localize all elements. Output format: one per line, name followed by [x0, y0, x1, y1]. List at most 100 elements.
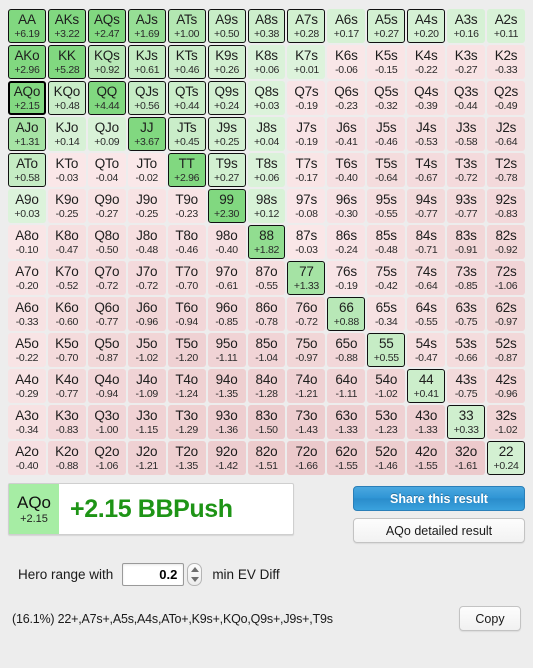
hand-cell-J8o[interactable]: J8o -0.48 — [127, 225, 166, 259]
range-grid-cell[interactable]: T9s +0.27 — [207, 153, 246, 187]
range-grid-cell[interactable]: A6s +0.17 — [327, 9, 366, 43]
range-grid-cell[interactable]: 62o -1.55 — [327, 441, 366, 475]
range-grid-cell[interactable]: J2s -0.64 — [487, 117, 525, 151]
hand-cell-54o[interactable]: 54o -1.02 — [367, 369, 406, 403]
range-grid-cell[interactable]: AQo +2.15 — [8, 81, 46, 115]
hand-cell-42o[interactable]: 42o -1.55 — [407, 441, 446, 475]
hand-cell-K6s[interactable]: K6s -0.06 — [327, 45, 366, 79]
hand-cell-52s[interactable]: 52s -0.87 — [487, 333, 525, 367]
range-grid-cell[interactable]: Q9o -0.27 — [87, 189, 126, 223]
hand-cell-K9s[interactable]: K9s +0.26 — [207, 45, 246, 79]
range-grid-cell[interactable]: K7o -0.52 — [47, 261, 86, 295]
hand-cell-64s[interactable]: 64s -0.55 — [407, 297, 446, 331]
range-grid-cell[interactable]: K6s -0.06 — [327, 45, 366, 79]
hand-cell-Q7o[interactable]: Q7o -0.72 — [87, 261, 126, 295]
range-grid-cell[interactable]: 83s -0.91 — [447, 225, 486, 259]
range-grid-cell[interactable]: 63s -0.75 — [447, 297, 486, 331]
range-grid-cell[interactable]: K9o -0.25 — [47, 189, 86, 223]
range-grid-cell[interactable]: KQs +0.92 — [87, 45, 126, 79]
range-grid-cell[interactable]: Q4s -0.39 — [407, 81, 446, 115]
range-grid-cell[interactable]: 93o -1.36 — [207, 405, 246, 439]
hand-cell-T5s[interactable]: T5s -0.64 — [367, 153, 406, 187]
hand-cell-Q9o[interactable]: Q9o -0.27 — [87, 189, 126, 223]
hand-cell-Q9s[interactable]: Q9s +0.24 — [207, 81, 246, 115]
range-grid-cell[interactable]: K6o -0.60 — [47, 297, 86, 331]
range-grid-cell[interactable]: AKo +2.96 — [8, 45, 46, 79]
hand-cell-73o[interactable]: 73o -1.43 — [287, 405, 326, 439]
range-grid-cell[interactable]: QQ +4.44 — [87, 81, 126, 115]
hand-cell-J2o[interactable]: J2o -1.21 — [127, 441, 166, 475]
hand-cell-J3s[interactable]: J3s -0.58 — [447, 117, 486, 151]
range-grid-cell[interactable]: T8o -0.46 — [167, 225, 206, 259]
hand-cell-92s[interactable]: 92s -0.83 — [487, 189, 525, 223]
range-grid-cell[interactable]: 97o -0.61 — [207, 261, 246, 295]
hand-cell-KTs[interactable]: KTs +0.46 — [167, 45, 206, 79]
hand-cell-85s[interactable]: 85s -0.48 — [367, 225, 406, 259]
hand-cell-AQo[interactable]: AQo +2.15 — [8, 81, 46, 115]
range-grid-cell[interactable]: 96o -0.85 — [207, 297, 246, 331]
range-grid-cell[interactable]: ATs +1.00 — [167, 9, 206, 43]
hand-cell-J5o[interactable]: J5o -1.02 — [127, 333, 166, 367]
hand-cell-93o[interactable]: 93o -1.36 — [207, 405, 246, 439]
hand-cell-75o[interactable]: 75o -0.97 — [287, 333, 326, 367]
hand-cell-K9o[interactable]: K9o -0.25 — [47, 189, 86, 223]
range-grid-cell[interactable]: 52s -0.87 — [487, 333, 525, 367]
range-grid-cell[interactable]: 74s -0.64 — [407, 261, 446, 295]
hand-cell-73s[interactable]: 73s -0.85 — [447, 261, 486, 295]
range-grid-cell[interactable]: AJs +1.69 — [127, 9, 166, 43]
range-grid-cell[interactable]: J9o -0.25 — [127, 189, 166, 223]
range-grid-cell[interactable]: 54o -1.02 — [367, 369, 406, 403]
range-grid-cell[interactable]: K9s +0.26 — [207, 45, 246, 79]
range-grid-cell[interactable]: A5s +0.27 — [367, 9, 406, 43]
hand-cell-99[interactable]: 99 +2.30 — [207, 189, 246, 223]
range-grid-cell[interactable]: 42s -0.96 — [487, 369, 525, 403]
range-grid-cell[interactable]: 76o -0.72 — [287, 297, 326, 331]
hand-cell-83o[interactable]: 83o -1.50 — [247, 405, 286, 439]
hand-cell-J8s[interactable]: J8s +0.04 — [247, 117, 286, 151]
hand-cell-92o[interactable]: 92o -1.42 — [207, 441, 246, 475]
hand-cell-T3s[interactable]: T3s -0.72 — [447, 153, 486, 187]
range-grid-cell[interactable]: 94o -1.35 — [207, 369, 246, 403]
hand-cell-75s[interactable]: 75s -0.42 — [367, 261, 406, 295]
hand-cell-65o[interactable]: 65o -0.88 — [327, 333, 366, 367]
hand-cell-T7s[interactable]: T7s -0.17 — [287, 153, 326, 187]
hand-cell-85o[interactable]: 85o -1.04 — [247, 333, 286, 367]
hand-cell-87o[interactable]: 87o -0.55 — [247, 261, 286, 295]
range-grid-cell[interactable]: 74o -1.21 — [287, 369, 326, 403]
hand-cell-96o[interactable]: 96o -0.85 — [207, 297, 246, 331]
range-grid-cell[interactable]: Q8s +0.03 — [247, 81, 286, 115]
range-grid-cell[interactable]: T7o -0.70 — [167, 261, 206, 295]
range-grid-cell[interactable]: KTs +0.46 — [167, 45, 206, 79]
hand-cell-A8o[interactable]: A8o -0.10 — [8, 225, 46, 259]
hand-cell-KTo[interactable]: KTo -0.03 — [47, 153, 86, 187]
hand-cell-T7o[interactable]: T7o -0.70 — [167, 261, 206, 295]
hand-cell-Q3s[interactable]: Q3s -0.44 — [447, 81, 486, 115]
hand-cell-96s[interactable]: 96s -0.30 — [327, 189, 366, 223]
range-grid-cell[interactable]: J8o -0.48 — [127, 225, 166, 259]
range-grid-cell[interactable]: 55 +0.55 — [367, 333, 406, 367]
hand-cell-K8s[interactable]: K8s +0.06 — [247, 45, 286, 79]
range-grid-cell[interactable]: 94s -0.77 — [407, 189, 446, 223]
hand-cell-Q3o[interactable]: Q3o -1.00 — [87, 405, 126, 439]
hand-cell-62o[interactable]: 62o -1.55 — [327, 441, 366, 475]
range-grid-cell[interactable]: K3o -0.83 — [47, 405, 86, 439]
range-grid-cell[interactable]: A8s +0.38 — [247, 9, 286, 43]
hand-cell-Q6o[interactable]: Q6o -0.77 — [87, 297, 126, 331]
range-grid-cell[interactable]: J5s -0.46 — [367, 117, 406, 151]
hand-cell-22[interactable]: 22 +0.24 — [487, 441, 525, 475]
range-grid-cell[interactable]: Q6o -0.77 — [87, 297, 126, 331]
hand-cell-J4s[interactable]: J4s -0.53 — [407, 117, 446, 151]
range-grid-cell[interactable]: J8s +0.04 — [247, 117, 286, 151]
hand-cell-T2o[interactable]: T2o -1.35 — [167, 441, 206, 475]
stepper-down-icon[interactable] — [190, 577, 199, 583]
hand-cell-T4o[interactable]: T4o -1.24 — [167, 369, 206, 403]
stepper-up-icon[interactable] — [190, 566, 199, 572]
hand-cell-A3o[interactable]: A3o -0.34 — [8, 405, 46, 439]
hand-cell-52o[interactable]: 52o -1.46 — [367, 441, 406, 475]
range-grid-cell[interactable]: 53o -1.23 — [367, 405, 406, 439]
hand-cell-A2o[interactable]: A2o -0.40 — [8, 441, 46, 475]
range-grid-cell[interactable]: 44 +0.41 — [407, 369, 446, 403]
hand-cell-84s[interactable]: 84s -0.71 — [407, 225, 446, 259]
range-grid-cell[interactable]: A4s +0.20 — [407, 9, 446, 43]
hand-cell-J3o[interactable]: J3o -1.15 — [127, 405, 166, 439]
